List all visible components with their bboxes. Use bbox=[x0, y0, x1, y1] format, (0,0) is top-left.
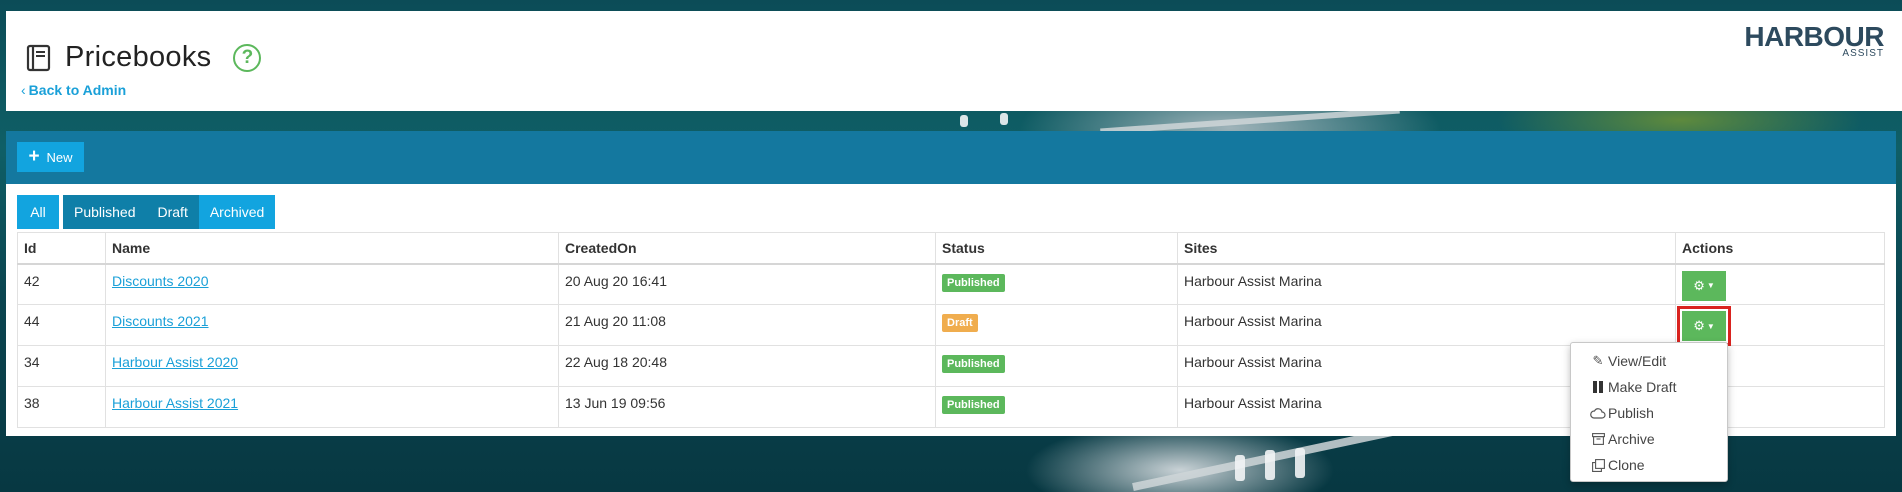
column-header-name[interactable]: Name bbox=[105, 232, 559, 265]
caret-down-icon: ▼ bbox=[1706, 281, 1715, 290]
cell-id: 38 bbox=[17, 386, 106, 428]
table-header-row: Id Name CreatedOn Status Sites Actions bbox=[17, 232, 1885, 265]
status-badge: Published bbox=[942, 396, 1005, 414]
cell-status: Published bbox=[935, 345, 1178, 387]
column-header-id[interactable]: Id bbox=[17, 232, 106, 265]
tab-draft[interactable]: Draft bbox=[146, 195, 199, 229]
menu-item-label: Publish bbox=[1608, 405, 1654, 421]
cell-created: 22 Aug 18 20:48 bbox=[558, 345, 936, 387]
brand-logo: HARBOUR ASSIST bbox=[1744, 23, 1884, 71]
table-row: 42 Discounts 2020 20 Aug 20 16:41 Publis… bbox=[17, 263, 1885, 305]
column-header-createdon[interactable]: CreatedOn bbox=[558, 232, 936, 265]
page-title: Pricebooks bbox=[65, 41, 212, 73]
cell-id: 44 bbox=[17, 304, 106, 346]
chevron-left-icon: ‹ bbox=[21, 82, 26, 98]
title-row: Pricebooks ? bbox=[25, 41, 262, 74]
clone-icon bbox=[1590, 458, 1606, 472]
cell-sites: Harbour Assist Marina bbox=[1177, 304, 1676, 346]
plus-icon: + bbox=[28, 146, 40, 167]
tab-all[interactable]: All bbox=[17, 195, 59, 229]
page-header: Pricebooks ? ‹ Back to Admin HARBOUR ASS… bbox=[6, 11, 1902, 111]
pricebook-link[interactable]: Discounts 2021 bbox=[112, 313, 209, 329]
gear-icon: ⚙ bbox=[1693, 277, 1705, 293]
pricebook-link[interactable]: Harbour Assist 2021 bbox=[112, 395, 238, 411]
back-to-admin-link[interactable]: ‹ Back to Admin bbox=[21, 82, 126, 98]
menu-item-label: Archive bbox=[1608, 431, 1655, 447]
pencil-icon: ✎ bbox=[1592, 353, 1604, 368]
status-filter-tabs: All Published Draft Archived bbox=[17, 195, 276, 229]
new-button-label: New bbox=[46, 149, 73, 165]
pricebook-link[interactable]: Harbour Assist 2020 bbox=[112, 354, 238, 370]
cloud-icon bbox=[1590, 407, 1606, 419]
cell-name: Discounts 2020 bbox=[105, 263, 559, 305]
pause-icon bbox=[1590, 381, 1606, 393]
help-icon[interactable]: ? bbox=[233, 43, 262, 72]
column-header-status[interactable]: Status bbox=[935, 232, 1178, 265]
caret-down-icon: ▼ bbox=[1706, 321, 1715, 331]
background-boat bbox=[960, 115, 968, 127]
cell-status: Draft bbox=[935, 304, 1178, 346]
brand-logo-main: HARBOUR bbox=[1744, 21, 1884, 52]
cell-name: Harbour Assist 2021 bbox=[105, 386, 559, 428]
cell-name: Harbour Assist 2020 bbox=[105, 345, 559, 387]
tab-published[interactable]: Published bbox=[63, 195, 147, 229]
cell-actions: ⚙ ▼ bbox=[1675, 263, 1885, 305]
menu-item-publish[interactable]: Publish bbox=[1571, 400, 1727, 426]
actions-dropdown-button[interactable]: ⚙ ▼ bbox=[1677, 306, 1731, 346]
gear-icon: ⚙ bbox=[1693, 318, 1705, 333]
pricebook-link[interactable]: Discounts 2020 bbox=[112, 273, 209, 289]
menu-item-archive[interactable]: Archive bbox=[1571, 426, 1727, 452]
cell-sites: Harbour Assist Marina bbox=[1177, 263, 1676, 305]
book-icon bbox=[26, 44, 51, 71]
status-badge: Published bbox=[942, 273, 1005, 292]
status-badge: Published bbox=[942, 355, 1005, 373]
status-badge: Draft bbox=[942, 314, 978, 332]
cell-created: 13 Jun 19 09:56 bbox=[558, 386, 936, 428]
column-header-actions: Actions bbox=[1675, 232, 1885, 265]
archive-icon bbox=[1590, 433, 1606, 445]
cell-created: 20 Aug 20 16:41 bbox=[558, 263, 936, 305]
menu-item-clone[interactable]: Clone bbox=[1571, 452, 1727, 478]
cell-id: 42 bbox=[17, 263, 106, 305]
table-row: 44 Discounts 2021 21 Aug 20 11:08 Draft … bbox=[17, 304, 1885, 346]
background-boat bbox=[1265, 450, 1275, 480]
new-button[interactable]: + New bbox=[17, 142, 84, 172]
tab-archived[interactable]: Archived bbox=[198, 195, 276, 229]
background-boat bbox=[1000, 113, 1008, 125]
background-boat bbox=[1295, 448, 1305, 478]
menu-item-label: Make Draft bbox=[1608, 379, 1677, 395]
menu-item-label: View/Edit bbox=[1608, 353, 1667, 369]
cell-id: 34 bbox=[17, 345, 106, 387]
column-header-sites[interactable]: Sites bbox=[1177, 232, 1676, 265]
cell-status: Published bbox=[935, 263, 1178, 305]
actions-dropdown-menu: ✎ View/Edit Make Draft Publish Archive C… bbox=[1570, 342, 1728, 482]
toolbar: + New bbox=[6, 131, 1896, 184]
background-boat bbox=[1235, 455, 1245, 481]
actions-dropdown-button[interactable]: ⚙ ▼ bbox=[1682, 270, 1726, 301]
back-link-label: Back to Admin bbox=[28, 82, 127, 98]
menu-item-view-edit[interactable]: ✎ View/Edit bbox=[1571, 348, 1727, 374]
cell-status: Published bbox=[935, 386, 1178, 428]
menu-item-make-draft[interactable]: Make Draft bbox=[1571, 374, 1727, 400]
cell-name: Discounts 2021 bbox=[105, 304, 559, 346]
cell-created: 21 Aug 20 11:08 bbox=[558, 304, 936, 346]
menu-item-label: Clone bbox=[1608, 457, 1645, 473]
cell-actions: ⚙ ▼ bbox=[1675, 304, 1885, 346]
